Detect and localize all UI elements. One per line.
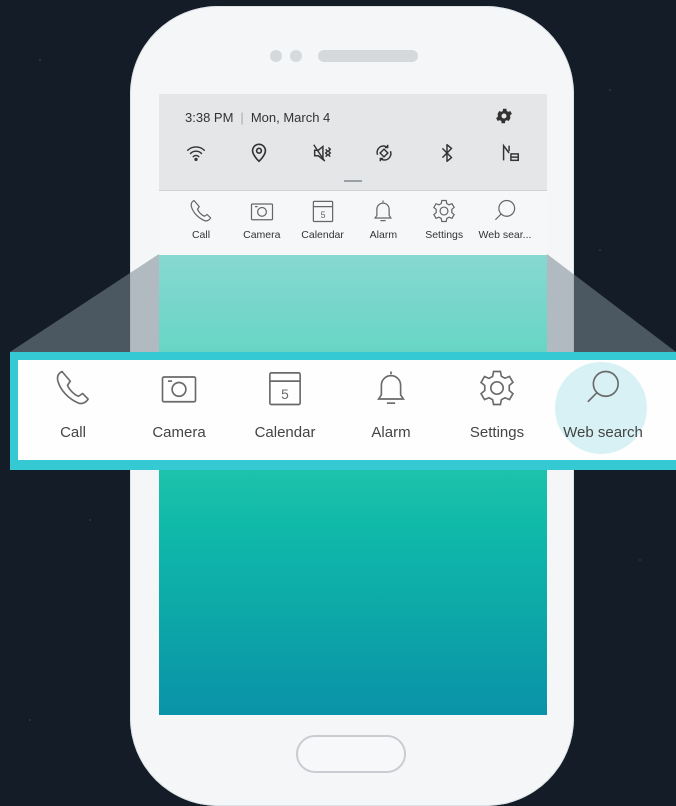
separator: |	[240, 110, 244, 125]
bell-icon	[374, 200, 393, 222]
mobile-data-icon[interactable]	[497, 140, 523, 166]
zoomed-shortcut-web-search[interactable]: Web search	[550, 360, 656, 441]
bluetooth-icon[interactable]	[434, 140, 460, 166]
shortcut-label: Calendar	[301, 229, 344, 241]
zoomed-shortcut-row: Call Camera 5 Calendar Alarm Settings We…	[20, 360, 656, 441]
shortcut-alarm[interactable]: Alarm	[353, 197, 413, 241]
shortcut-camera[interactable]: Camera	[232, 197, 292, 241]
zoomed-shortcut-call[interactable]: Call	[20, 360, 126, 441]
speaker	[318, 50, 418, 62]
date: Mon, March 4	[250, 110, 331, 125]
wifi-icon[interactable]	[183, 140, 209, 166]
gear-icon	[433, 199, 456, 223]
zoomed-shortcut-label: Settings	[469, 424, 525, 441]
status-row: 3:38 PM | Mon, March 4	[185, 110, 330, 125]
search-icon	[587, 370, 619, 403]
zoomed-shortcut-label: Alarm	[371, 424, 411, 441]
zoomed-shortcut-settings[interactable]: Settings	[444, 360, 550, 441]
zoomed-shortcut-label: Call	[60, 424, 86, 441]
panel-drag-handle[interactable]	[344, 180, 362, 182]
auto-rotate-icon[interactable]	[371, 140, 397, 166]
svg-text:5: 5	[320, 210, 325, 220]
zoomed-shortcut-calendar[interactable]: 5 Calendar	[232, 360, 338, 441]
search-icon	[494, 199, 516, 221]
shortcut-label: Web sear...	[478, 229, 532, 241]
clock: 3:38 PM	[185, 110, 234, 125]
sensor-dot	[290, 50, 302, 62]
shortcut-call[interactable]: Call	[171, 197, 231, 241]
shortcut-label: Call	[191, 229, 211, 241]
calendar-icon: 5	[312, 200, 333, 223]
zoomed-shortcut-label: Camera	[152, 424, 206, 441]
quick-panel: 3:38 PM | Mon, March 4	[159, 94, 547, 190]
camera-icon	[161, 376, 197, 403]
zoomed-shortcut-camera[interactable]: Camera	[126, 360, 232, 441]
svg-text:5: 5	[281, 387, 289, 402]
phone-icon	[190, 199, 212, 222]
gear-icon	[479, 370, 515, 406]
camera-dot	[270, 50, 282, 62]
settings-gear-icon[interactable]	[494, 106, 514, 126]
shortcut-label: Settings	[425, 229, 464, 241]
zoomed-shortcut-label: Web search	[563, 424, 643, 441]
shortcut-panel: Call Camera 5 Calendar Alarm Settings We…	[159, 190, 547, 255]
zoomed-shortcut-alarm[interactable]: Alarm	[338, 360, 444, 441]
shortcut-calendar[interactable]: 5 Calendar	[293, 197, 353, 241]
location-icon[interactable]	[246, 140, 272, 166]
shortcut-label: Alarm	[369, 229, 398, 241]
home-button[interactable]	[296, 735, 406, 773]
shortcut-label: Camera	[243, 229, 281, 241]
mute-icon[interactable]	[309, 140, 335, 166]
camera-icon	[250, 203, 273, 221]
zoomed-shortcut-label: Calendar	[254, 424, 316, 441]
shortcut-row: Call Camera 5 Calendar Alarm Settings We…	[171, 197, 535, 241]
calendar-icon: 5	[269, 372, 301, 406]
shortcut-settings[interactable]: Settings	[414, 197, 474, 241]
phone-icon	[56, 370, 90, 405]
shortcut-web-search[interactable]: Web sear...	[475, 197, 535, 241]
quick-settings-row	[183, 140, 523, 166]
bell-icon	[377, 371, 405, 404]
